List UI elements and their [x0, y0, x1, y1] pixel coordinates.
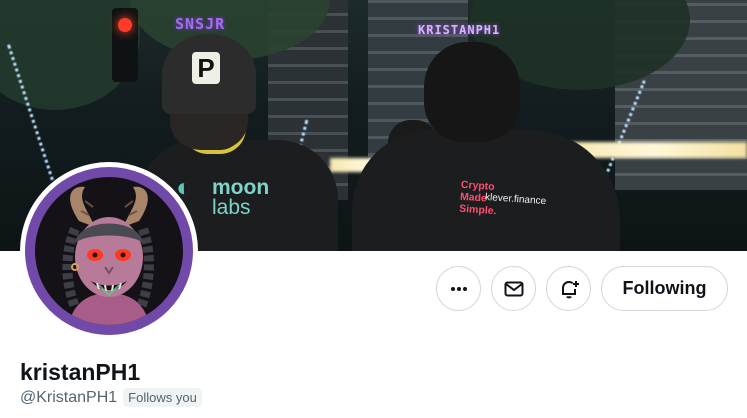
shirt-logo-line2: labs — [212, 196, 251, 219]
traffic-signal — [112, 8, 138, 82]
follows-you-badge: Follows you — [123, 388, 202, 407]
handle-row: @KristanPH1 Follows you — [20, 388, 202, 407]
avatar-ring[interactable] — [20, 162, 198, 340]
avatar-frame — [35, 177, 183, 325]
demon-avatar-icon — [62, 186, 154, 325]
head-right — [424, 42, 520, 142]
bell-plus-icon — [561, 280, 579, 298]
message-button[interactable] — [491, 266, 536, 311]
overlay-tag-left: SNSJR — [175, 15, 226, 33]
cap-letter: P — [192, 52, 220, 84]
notify-button[interactable] — [546, 266, 591, 311]
handle: @KristanPH1 — [20, 388, 118, 406]
overlay-tag-right: KRISTANPH1 — [418, 23, 501, 37]
mail-icon — [504, 281, 523, 296]
avatar — [25, 167, 193, 335]
more-button[interactable] — [436, 266, 481, 311]
display-name: kristanPH1 — [20, 359, 141, 385]
more-icon — [450, 286, 467, 291]
following-button[interactable]: Following — [601, 266, 728, 311]
